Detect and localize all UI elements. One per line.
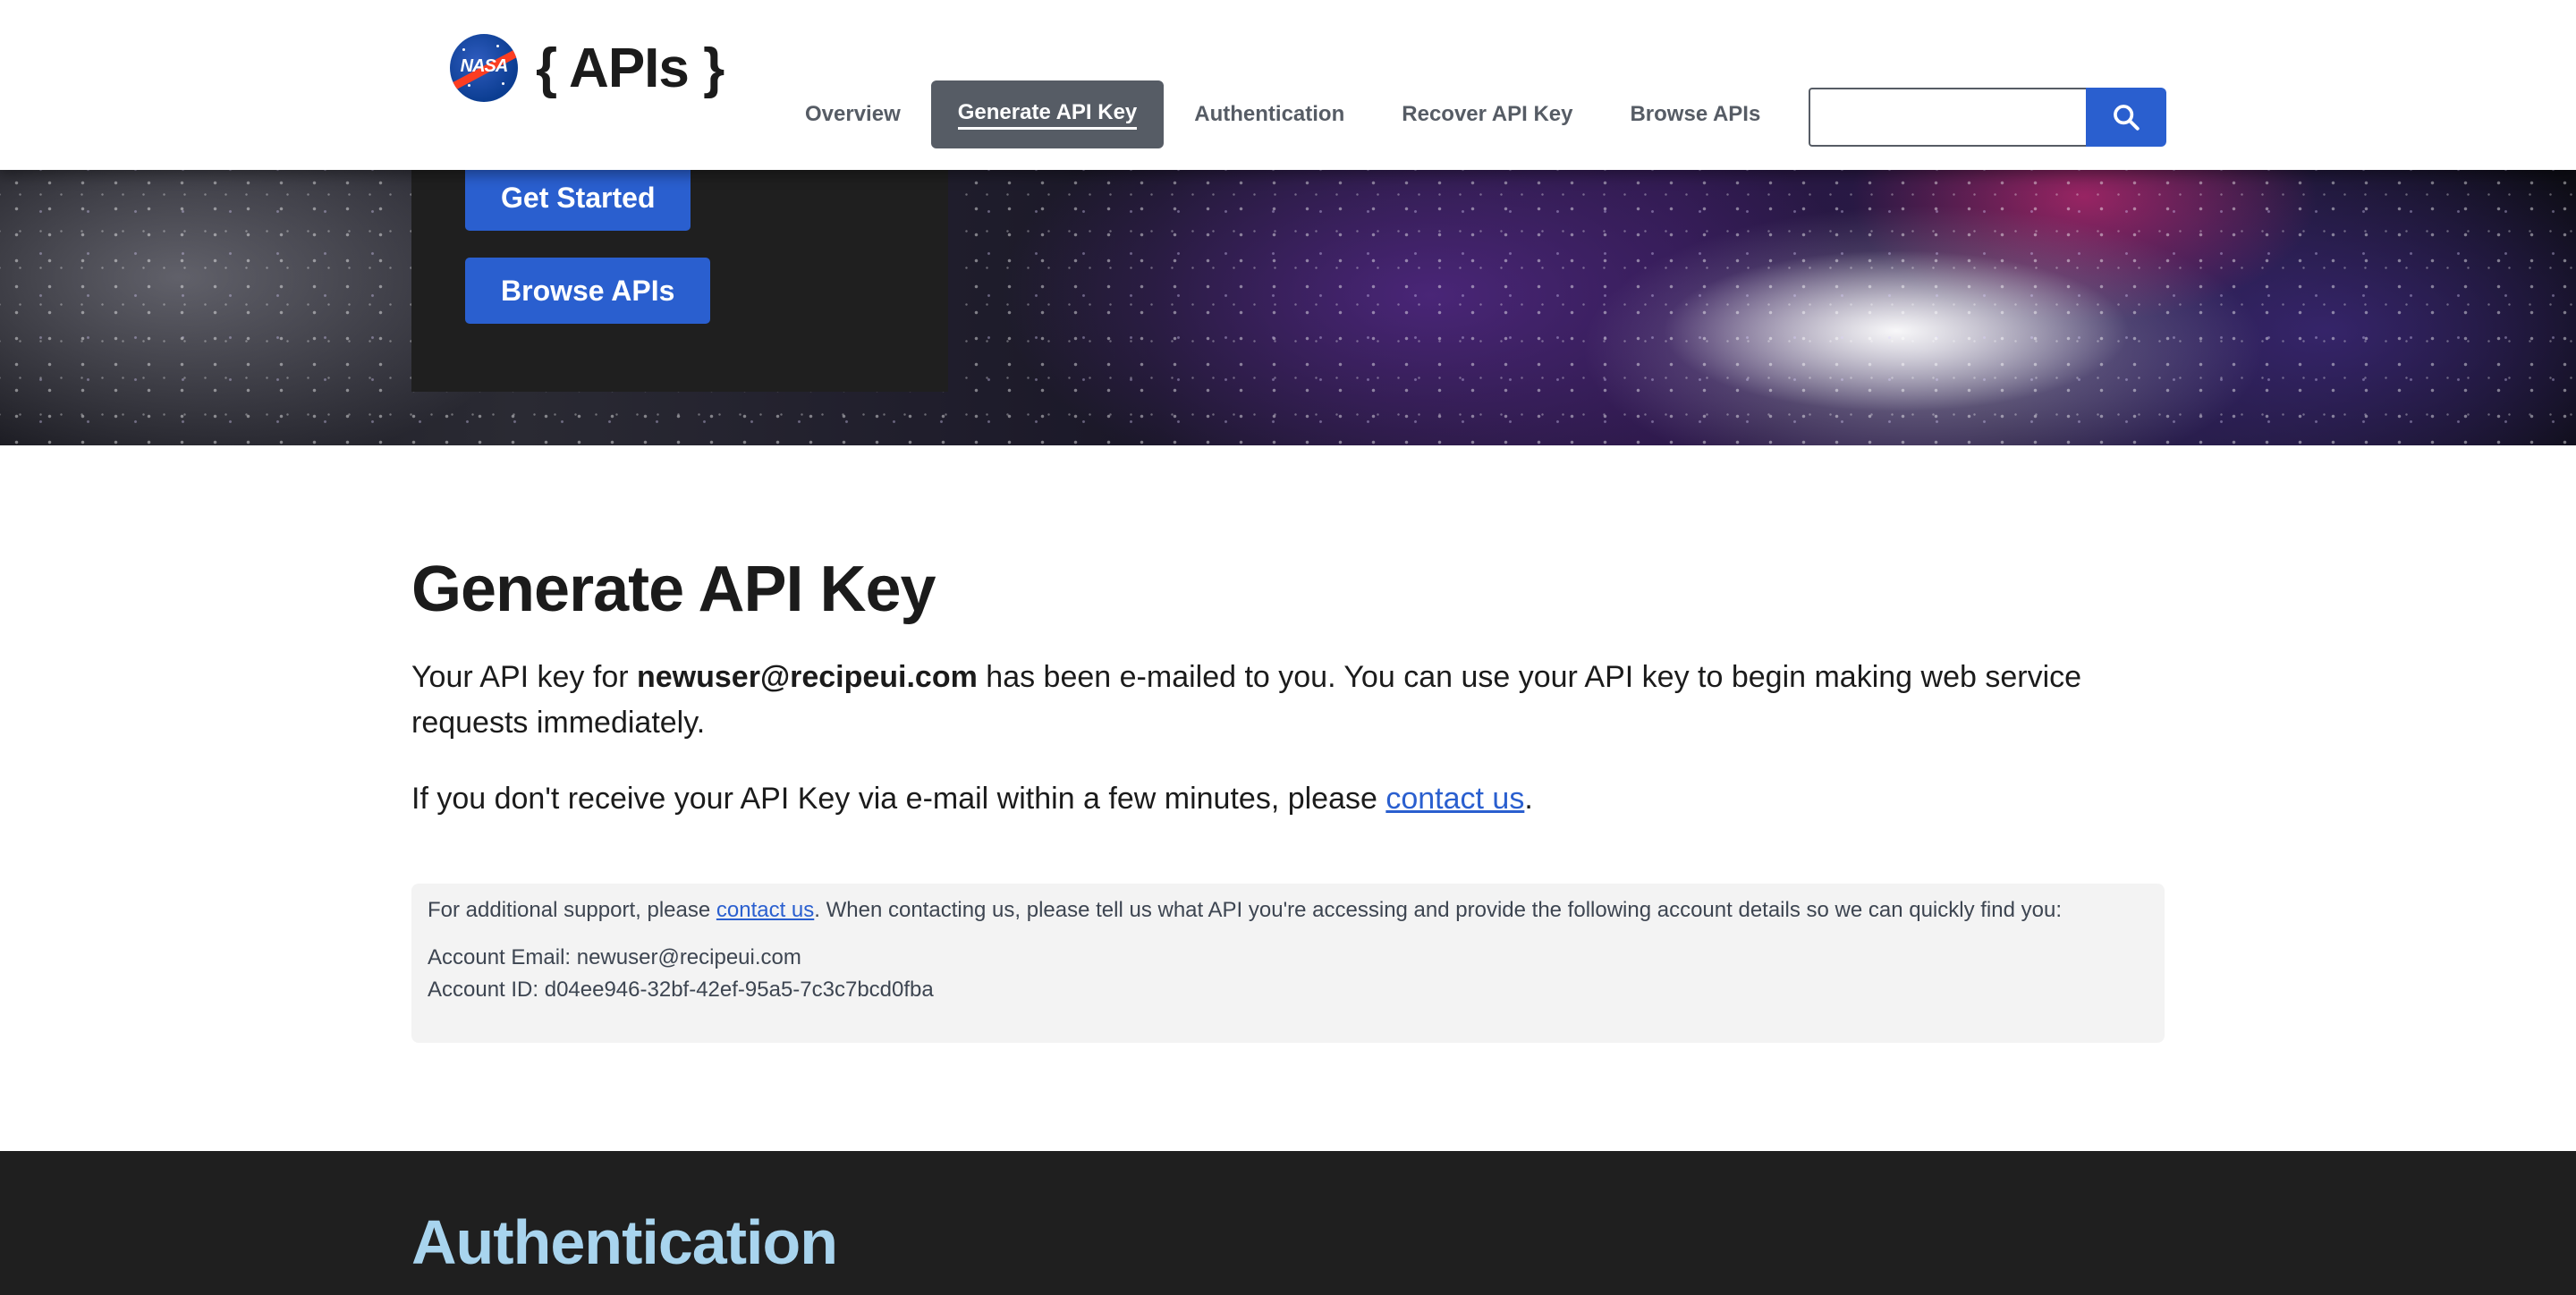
nasa-wordmark: NASA	[460, 56, 509, 76]
nav-overview[interactable]: Overview	[778, 80, 928, 148]
nasa-logo-icon: NASA	[450, 34, 518, 102]
page-title: Generate API Key	[411, 554, 936, 625]
account-id: Account ID: d04ee946-32bf-42ef-95a5-7c3c…	[428, 978, 934, 1002]
api-key-confirmation-text: Your API key for newuser@recipeui.com ha…	[411, 655, 2111, 746]
nav-overview-label: Overview	[805, 102, 901, 126]
logo-text: { APIs }	[536, 37, 724, 99]
authentication-section: Authentication	[0, 1151, 2576, 1295]
nav-browse-apis-label: Browse APIs	[1630, 102, 1761, 126]
support-text: For additional support, please contact u…	[428, 894, 2148, 927]
nav-browse-apis[interactable]: Browse APIs	[1603, 80, 1787, 148]
nav-recover-api-key-label: Recover API Key	[1402, 102, 1573, 126]
account-email: Account Email: newuser@recipeui.com	[428, 945, 801, 969]
main-nav: Overview Generate API Key Authentication…	[778, 80, 1791, 148]
support-prefix: For additional support, please	[428, 898, 716, 922]
para2-prefix: If you don't receive your API Key via e-…	[411, 782, 1386, 816]
get-started-button[interactable]: Get Started	[465, 170, 691, 231]
search-input[interactable]	[1809, 88, 2086, 147]
nav-authentication[interactable]: Authentication	[1167, 80, 1371, 148]
user-email: newuser@recipeui.com	[637, 660, 978, 694]
support-info-box: For additional support, please contact u…	[411, 884, 2165, 1043]
hero-background-image	[0, 170, 2576, 445]
search-form	[1809, 88, 2166, 147]
account-details: Account Email: newuser@recipeui.com Acco…	[428, 942, 2148, 1006]
site-logo[interactable]: NASA { APIs }	[450, 32, 724, 104]
support-suffix: . When contacting us, please tell us wha…	[814, 898, 2062, 922]
hero-banner: Get Started Browse APIs	[0, 170, 2576, 445]
site-header: NASA { APIs } Overview Generate API Key …	[0, 0, 2576, 170]
authentication-heading: Authentication	[411, 1207, 838, 1277]
search-icon	[2114, 105, 2140, 131]
support-contact-us-link[interactable]: contact us	[716, 898, 814, 922]
contact-us-link[interactable]: contact us	[1385, 782, 1524, 816]
para1-prefix: Your API key for	[411, 660, 637, 694]
para2-suffix: .	[1524, 782, 1533, 816]
nav-recover-api-key[interactable]: Recover API Key	[1375, 80, 1599, 148]
browse-apis-button[interactable]: Browse APIs	[465, 258, 711, 324]
hero-panel: Get Started Browse APIs	[411, 170, 948, 392]
nav-authentication-label: Authentication	[1194, 102, 1345, 126]
search-button[interactable]	[2086, 88, 2166, 147]
nav-generate-api-key-label: Generate API Key	[957, 100, 1138, 130]
nav-generate-api-key[interactable]: Generate API Key	[930, 80, 1165, 148]
contact-instructions-text: If you don't receive your API Key via e-…	[411, 776, 2111, 822]
